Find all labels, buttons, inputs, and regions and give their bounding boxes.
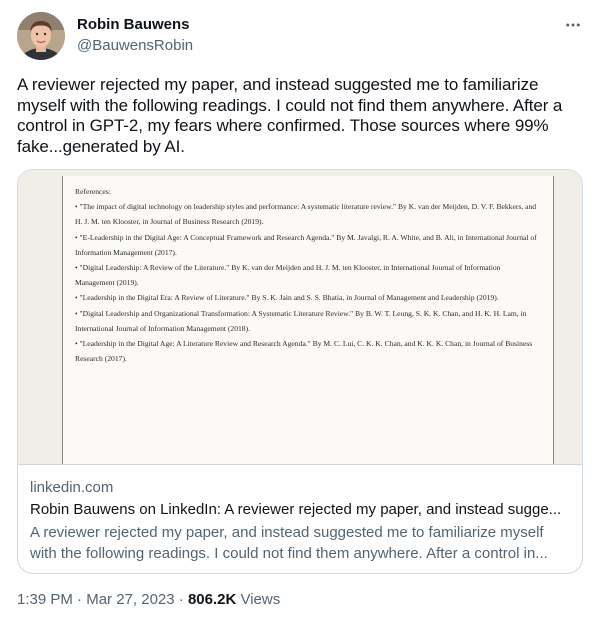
tweet-date[interactable]: Mar 27, 2023 (86, 591, 174, 608)
author-handle[interactable]: @BauwensRobin (77, 37, 193, 54)
meta-separator: · (174, 591, 188, 608)
tweet-meta: 1:39 PM · Mar 27, 2023 · 806.2K Views (17, 591, 280, 608)
link-preview-card[interactable]: References: • "The impact of digital tec… (17, 169, 583, 574)
reference-item: • "Digital Leadership and Organizational… (75, 308, 527, 333)
more-options-button[interactable] (560, 14, 586, 36)
card-description: A reviewer rejected my paper, and instea… (30, 524, 548, 562)
author-name[interactable]: Robin Bauwens (77, 16, 190, 33)
meta-separator: · (72, 591, 87, 608)
more-horizontal-icon (566, 23, 580, 27)
card-domain: linkedin.com (30, 479, 114, 496)
avatar-image (17, 12, 65, 60)
card-image: References: • "The impact of digital tec… (18, 170, 582, 465)
tweet-text: A reviewer rejected my paper, and instea… (17, 75, 563, 156)
document-text: References: • "The impact of digital tec… (75, 184, 541, 366)
tweet: Robin Bauwens @BauwensRobin A reviewer r… (0, 0, 598, 621)
reference-item: • "The impact of digital technology on l… (75, 202, 537, 227)
reference-item: • "Digital Leadership: A Review of the L… (75, 263, 501, 288)
tweet-time[interactable]: 1:39 PM (17, 591, 73, 608)
views-count[interactable]: 806.2K (188, 591, 236, 608)
views-label: Views (236, 591, 281, 608)
card-title: Robin Bauwens on LinkedIn: A reviewer re… (30, 501, 562, 518)
reference-item: • "Leadership in the Digital Era: A Revi… (75, 293, 499, 303)
reference-item: • "E-Leadership in the Digital Age: A Co… (75, 232, 537, 257)
reference-item: • "Leadership in the Digital Age: A Lite… (75, 339, 533, 364)
avatar[interactable] (17, 12, 65, 60)
document-page: References: • "The impact of digital tec… (62, 176, 554, 464)
references-heading: References: (75, 187, 111, 196)
